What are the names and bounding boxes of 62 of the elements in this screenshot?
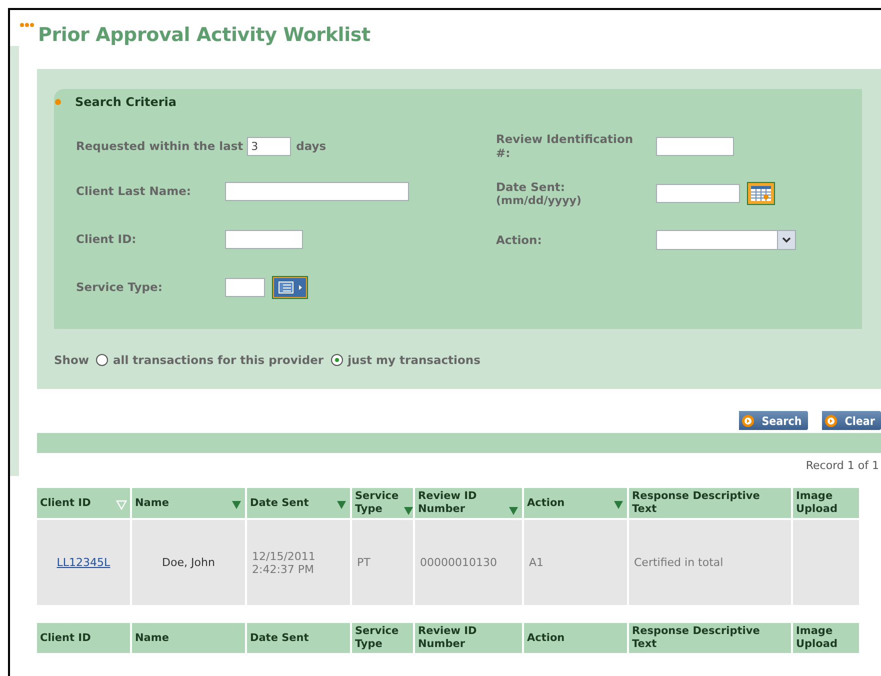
- list-icon: [276, 280, 304, 294]
- show-label: Show: [54, 353, 89, 367]
- lookup-button[interactable]: [272, 276, 308, 298]
- bullet-icon: [55, 99, 61, 105]
- play-icon: [824, 414, 838, 428]
- calendar-icon[interactable]: [747, 182, 775, 204]
- table-cell: A1: [524, 520, 627, 605]
- date-format-hint: (mm/dd/yyyy): [496, 194, 582, 206]
- table-cell: 00000010130: [415, 520, 522, 605]
- field-label: Requested within the last: [76, 139, 244, 153]
- column-header[interactable]: Name: [132, 488, 245, 518]
- days-field[interactable]: 3: [247, 136, 292, 156]
- column-header[interactable]: Action: [524, 488, 627, 518]
- radio-button[interactable]: [96, 354, 108, 366]
- sort-icon[interactable]: [508, 506, 519, 516]
- sort-icon[interactable]: [613, 500, 624, 510]
- column-header[interactable]: Date Sent: [247, 488, 350, 518]
- chevron-down-icon: [782, 237, 791, 243]
- field-label: Action:: [496, 233, 543, 247]
- text-field[interactable]: [225, 278, 265, 296]
- column-header: Name: [132, 623, 245, 653]
- field-label: days: [296, 139, 326, 153]
- table-cell: Doe, John: [132, 520, 245, 605]
- table-cell: Certified in total: [629, 520, 791, 605]
- column-header: Date Sent: [247, 623, 350, 653]
- text-field[interactable]: [656, 136, 734, 156]
- field-label: Service Type:: [76, 280, 164, 294]
- field-label: Date Sent:: [496, 180, 566, 194]
- radio-label[interactable]: all transactions for this provider: [113, 353, 324, 367]
- column-header: Client ID: [37, 623, 130, 653]
- column-header[interactable]: Client ID: [37, 488, 130, 518]
- table-cell: 12/15/2011 2:42:37 PM: [247, 520, 350, 605]
- client-id-link[interactable]: LL12345L: [56, 556, 110, 569]
- column-header: Review ID Number: [415, 623, 522, 653]
- column-header[interactable]: Review ID Number: [415, 488, 522, 518]
- column-header: Image Upload: [793, 623, 859, 653]
- page-title: Prior Approval Activity Worklist: [38, 24, 370, 46]
- dots-icon: [19, 22, 35, 28]
- column-header[interactable]: Response Descriptive Text: [629, 488, 791, 518]
- column-header: Response Descriptive Text: [629, 623, 791, 653]
- text-field[interactable]: [225, 230, 303, 248]
- column-header: Action: [524, 623, 627, 653]
- sort-icon[interactable]: [336, 500, 347, 510]
- action-dropdown[interactable]: [656, 230, 796, 250]
- sort-icon[interactable]: [231, 500, 242, 510]
- radio-button[interactable]: [330, 354, 343, 366]
- date-field[interactable]: [656, 184, 740, 202]
- field-label: Client ID:: [76, 232, 138, 246]
- record-count: Record 1 of 1: [804, 459, 880, 472]
- column-header: Service Type: [352, 623, 413, 653]
- text-field[interactable]: [225, 182, 409, 200]
- play-icon: [740, 414, 755, 428]
- sort-icon[interactable]: [402, 506, 414, 516]
- field-label: Client Last Name:: [76, 184, 192, 198]
- column-header[interactable]: Image Upload: [793, 488, 859, 518]
- clear-button[interactable]: Clear: [822, 411, 881, 430]
- search-button[interactable]: Search: [738, 411, 808, 430]
- section-title: Search Criteria: [75, 95, 176, 109]
- field-label: Review Identification #:: [496, 132, 634, 160]
- column-header[interactable]: Service Type: [352, 488, 413, 518]
- radio-label[interactable]: just my transactions: [348, 353, 480, 367]
- table-cell: PT: [352, 520, 413, 605]
